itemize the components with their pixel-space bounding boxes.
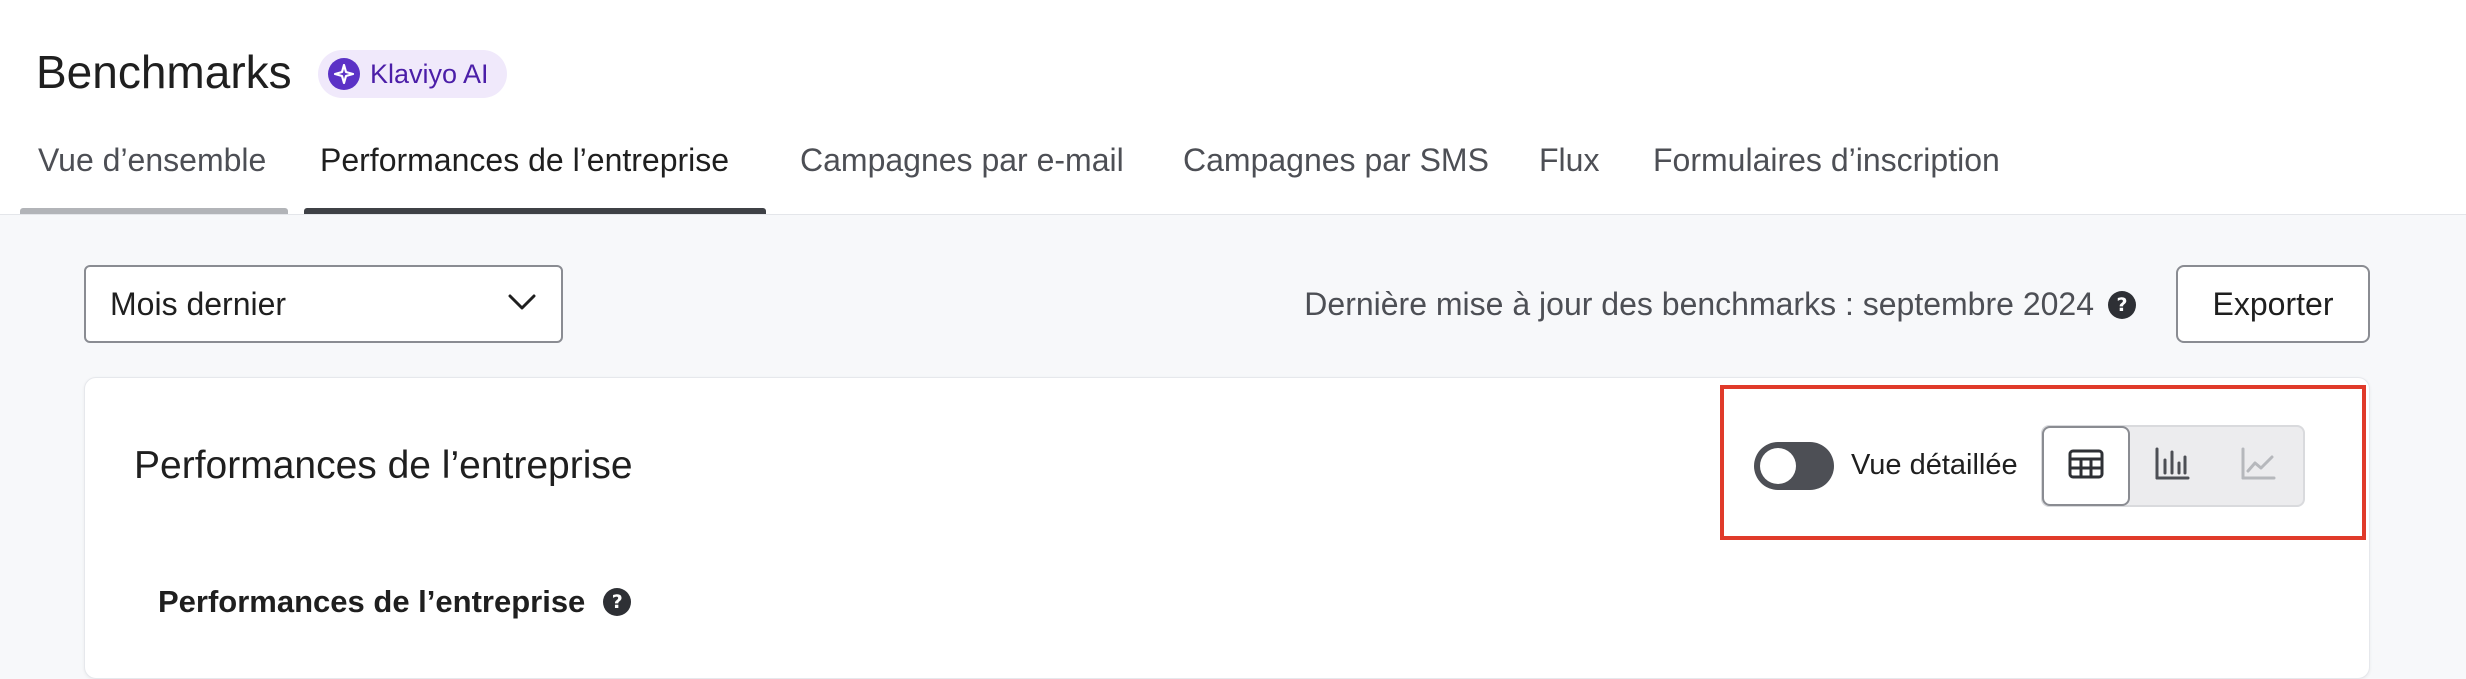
detailed-view-toggle[interactable] [1754,442,1834,490]
tab-bar: Vue d’ensemble Performances de l’entrepr… [0,130,2466,214]
period-select-value: Mois dernier [110,285,287,322]
page-title: Benchmarks [36,46,292,98]
sparkle-icon [328,58,360,90]
bar-chart-icon [2154,447,2190,486]
help-icon[interactable]: ? [2108,290,2136,319]
detailed-view-label: Vue détaillée [1851,449,2018,481]
tab-label: Performances de l’entreprise [320,142,730,178]
card-title: Performances de l’entreprise [134,444,633,487]
top-header: Benchmarks Klaviyo AI Vue d’ensemble Per… [0,0,2466,215]
period-select[interactable]: Mois dernier [84,265,563,343]
table-view-button[interactable] [2042,426,2130,506]
tab-flows[interactable]: Flux [1539,130,1599,214]
section-heading: Performances de l’entreprise ? [158,584,632,620]
last-update-info: Dernière mise à jour des benchmarks : se… [1304,286,2136,323]
tab-overview[interactable]: Vue d’ensemble [20,130,288,214]
help-icon[interactable]: ? [603,588,632,616]
chevron-down-icon [507,293,537,316]
tab-label: Formulaires d’inscription [1653,142,2000,178]
active-tab-underline [304,208,766,214]
toggle-knob [1760,448,1796,484]
klaviyo-ai-badge[interactable]: Klaviyo AI [318,50,507,98]
line-chart-icon [2240,447,2276,486]
export-button[interactable]: Exporter [2176,265,2370,343]
bar-chart-view-button[interactable] [2129,427,2215,505]
tab-label: Flux [1539,142,1600,178]
tab-signup-forms[interactable]: Formulaires d’inscription [1653,130,2000,214]
ai-badge-label: Klaviyo AI [370,58,489,89]
tab-email-campaigns[interactable]: Campagnes par e-mail [800,130,1124,214]
view-mode-switcher [2041,425,2305,507]
tab-sms-campaigns[interactable]: Campagnes par SMS [1183,130,1489,214]
tab-underline [20,208,288,214]
last-update-text: Dernière mise à jour des benchmarks : se… [1304,286,2094,322]
section-heading-label: Performances de l’entreprise [158,584,586,619]
tab-label: Campagnes par e-mail [800,142,1124,178]
table-icon [2068,449,2104,484]
tab-label: Campagnes par SMS [1183,142,1489,178]
tab-business-performance[interactable]: Performances de l’entreprise [304,130,766,214]
tab-label: Vue d’ensemble [38,142,267,178]
line-chart-view-button[interactable] [2215,427,2301,505]
